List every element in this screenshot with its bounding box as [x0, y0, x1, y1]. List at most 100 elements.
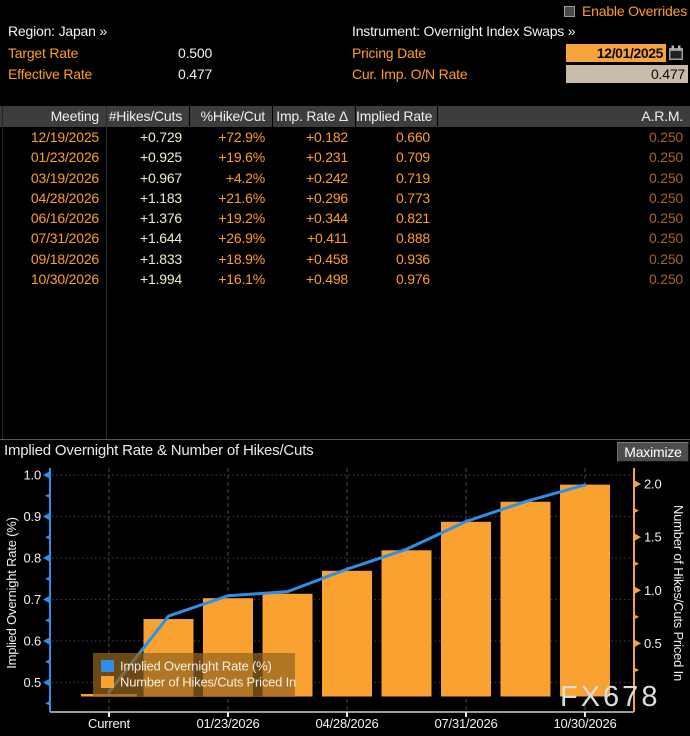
instrument-label: Instrument:	[352, 23, 420, 39]
table-row[interactable]: 12/19/2025+0.729+72.9%+0.1820.6600.250	[0, 127, 690, 147]
table-cell: 12/19/2025	[0, 127, 106, 147]
right-axis-tick	[634, 533, 641, 541]
table-cell: +0.729	[106, 127, 189, 147]
table-cell: 04/28/2026	[0, 188, 106, 208]
table-cell: 06/16/2026	[0, 208, 106, 228]
bar[interactable]	[382, 550, 432, 696]
table-cell: +1.376	[106, 208, 189, 228]
table-cell: +0.458	[272, 249, 355, 269]
bar[interactable]	[322, 571, 372, 697]
x-axis-tick-label: 07/31/2026	[434, 716, 497, 731]
table-row[interactable]: 07/31/2026+1.644+26.9%+0.4110.8880.250	[0, 228, 690, 248]
right-axis-tick-label: 1.0	[644, 583, 661, 598]
table-column-divider	[106, 106, 107, 439]
enable-overrides-checkbox[interactable]	[564, 6, 575, 17]
legend-swatch	[101, 676, 114, 688]
section-divider	[0, 439, 690, 440]
target-rate-label: Target Rate	[8, 45, 78, 61]
table-cell: +0.967	[106, 168, 189, 188]
left-axis-title: Implied Overnight Rate (%)	[4, 517, 19, 669]
table-cell: 10/30/2026	[0, 269, 106, 289]
right-axis-tick-label: 1.5	[644, 530, 661, 545]
table-cell: +21.6%	[189, 188, 272, 208]
table-cell: +18.9%	[189, 249, 272, 269]
region-label: Region:	[8, 23, 55, 39]
left-axis-minor-tick	[45, 659, 50, 664]
region-selector[interactable]: Region: Japan »	[8, 23, 107, 39]
right-axis-minor-tick	[634, 667, 639, 672]
left-axis-tick-label: 0.8	[24, 551, 41, 566]
table-cell: +19.2%	[189, 208, 272, 228]
right-axis-tick	[634, 480, 641, 488]
table-cell: +26.9%	[189, 228, 272, 248]
cur-imp-on-rate-label: Cur. Imp. O/N Rate	[352, 66, 467, 82]
left-axis-tick	[43, 679, 50, 687]
right-axis-title: Number of Hikes/Cuts Priced In	[671, 505, 686, 681]
table-cell: 0.821	[355, 208, 437, 228]
instrument-selector[interactable]: Instrument: Overnight Index Swaps »	[352, 23, 575, 39]
table-row[interactable]: 09/18/2026+1.833+18.9%+0.4580.9360.250	[0, 249, 690, 269]
right-axis-tick	[634, 586, 641, 594]
pricing-date-input[interactable]: 12/01/2025	[566, 44, 666, 62]
x-axis-tick-label: Current	[88, 716, 131, 731]
table-cell: 0.250	[437, 228, 690, 248]
left-axis-minor-tick	[45, 701, 50, 706]
table-header-cell[interactable]: Implied Rate	[355, 106, 437, 127]
table-cell: 09/18/2026	[0, 249, 106, 269]
region-value[interactable]: Japan »	[59, 23, 107, 39]
table-cell: 0.888	[355, 228, 437, 248]
table-cell: +0.344	[272, 208, 355, 228]
cur-imp-on-rate-input[interactable]: 0.477	[566, 65, 688, 83]
table-cell: 0.250	[437, 168, 690, 188]
table-row[interactable]: 04/28/2026+1.183+21.6%+0.2960.7730.250	[0, 188, 690, 208]
table-cell: +0.925	[106, 147, 189, 167]
table-cell: 0.250	[437, 208, 690, 228]
left-axis-minor-tick	[45, 576, 50, 581]
left-axis-minor-tick	[45, 618, 50, 623]
legend-label: Number of Hikes/Cuts Priced In	[120, 675, 296, 690]
bar[interactable]	[501, 502, 551, 697]
table-cell: 0.250	[437, 147, 690, 167]
table-cell: 01/23/2026	[0, 147, 106, 167]
table-cell: 0.660	[355, 127, 437, 147]
table-row[interactable]: 03/19/2026+0.967+4.2%+0.2420.7190.250	[0, 168, 690, 188]
table-cell: +19.6%	[189, 147, 272, 167]
calendar-icon[interactable]	[668, 45, 684, 61]
table-cell: 0.250	[437, 269, 690, 289]
left-axis-tick	[43, 637, 50, 645]
table-header-cell[interactable]: A.R.M.	[437, 106, 690, 127]
table-header-cell[interactable]: Imp. Rate Δ	[272, 106, 355, 127]
table-row[interactable]: 10/30/2026+1.994+16.1%+0.4980.9760.250	[0, 269, 690, 289]
hikes-cuts-chart: 1.00.90.80.70.60.5Implied Overnight Rate…	[0, 463, 690, 736]
table-header-cell[interactable]: Meeting	[0, 106, 106, 127]
bar[interactable]	[441, 522, 491, 697]
table-cell: +0.182	[272, 127, 355, 147]
table-cell: +1.994	[106, 269, 189, 289]
instrument-value[interactable]: Overnight Index Swaps »	[424, 23, 576, 39]
bar[interactable]	[560, 485, 610, 697]
wirp-screen: Enable Overrides Region: Japan » Instrum…	[0, 0, 690, 736]
target-rate-value: 0.500	[178, 45, 212, 61]
table-cell: 03/19/2026	[0, 168, 106, 188]
table-row[interactable]: 06/16/2026+1.376+19.2%+0.3440.8210.250	[0, 208, 690, 228]
legend-label: Implied Overnight Rate (%)	[120, 659, 272, 674]
table-row[interactable]: 01/23/2026+0.925+19.6%+0.2310.7090.250	[0, 147, 690, 167]
maximize-button[interactable]: Maximize	[617, 442, 689, 462]
right-axis-tick-label: 0.5	[644, 636, 661, 651]
right-axis-minor-tick	[634, 614, 639, 619]
right-axis-minor-tick	[634, 508, 639, 513]
table-cell: +1.833	[106, 249, 189, 269]
table-header-row: Meeting#Hikes/Cuts%Hike/CutImp. Rate ΔIm…	[0, 106, 690, 127]
enable-overrides-label: Enable Overrides	[582, 3, 687, 19]
table-cell: 0.976	[355, 269, 437, 289]
table-cell: +0.242	[272, 168, 355, 188]
right-axis-tick	[634, 639, 641, 647]
table-cell: 07/31/2026	[0, 228, 106, 248]
left-axis-minor-tick	[45, 535, 50, 540]
table-header-cell[interactable]: #Hikes/Cuts	[106, 106, 189, 127]
table-header-cell[interactable]: %Hike/Cut	[189, 106, 272, 127]
left-axis-tick	[43, 596, 50, 604]
left-axis-tick-label: 0.7	[24, 592, 41, 607]
table-cell: 0.250	[437, 127, 690, 147]
watermark: FX678	[560, 681, 660, 713]
